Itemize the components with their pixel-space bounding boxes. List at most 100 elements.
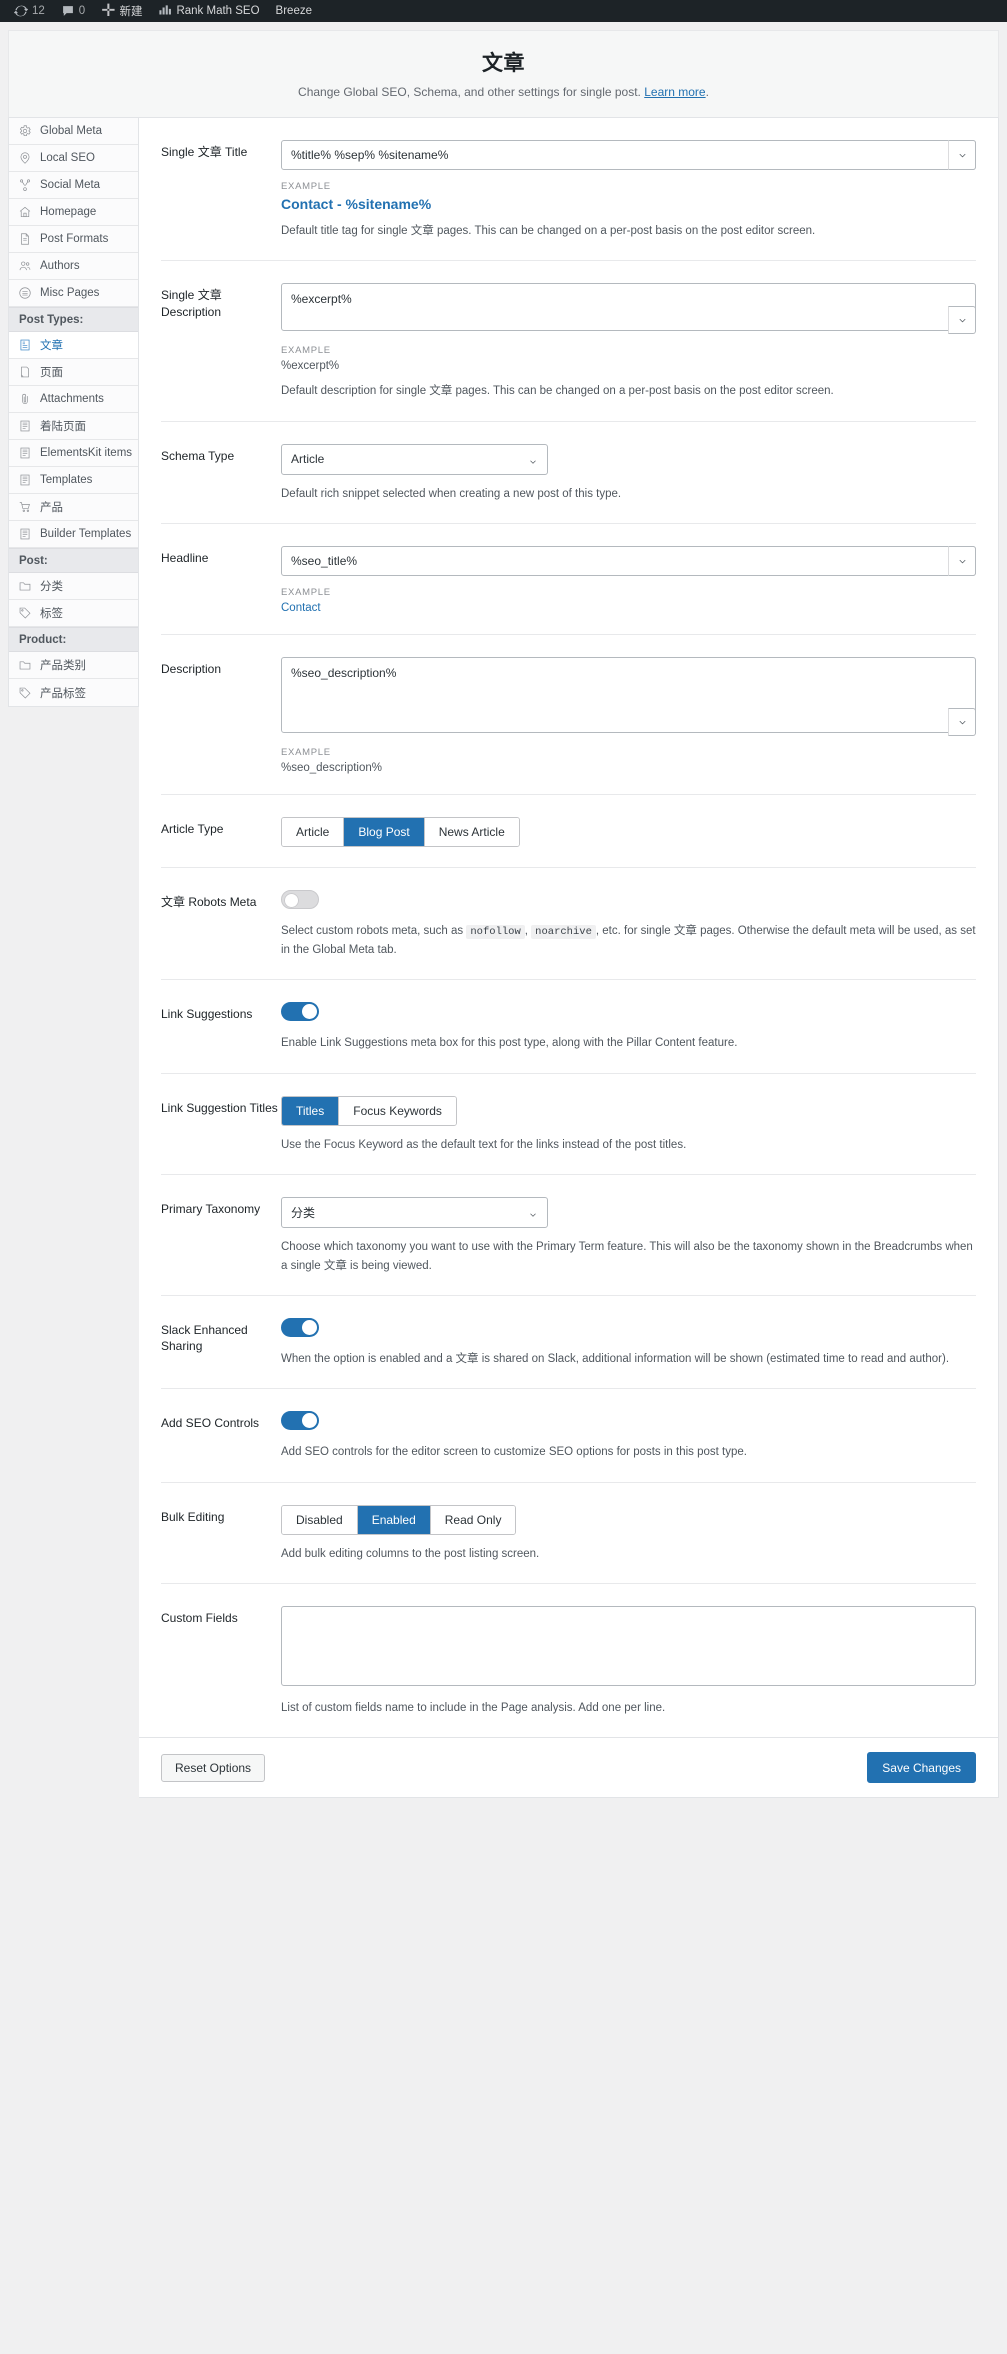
sidebar-item-builder-templates[interactable]: Builder Templates bbox=[9, 521, 138, 548]
field-label: Headline bbox=[161, 551, 209, 566]
field-label: Add SEO Controls bbox=[161, 1416, 260, 1431]
chevron-down-icon[interactable] bbox=[948, 546, 976, 577]
settings-sidebar: Global Meta Local SEO Social Meta Homepa… bbox=[8, 118, 139, 707]
reset-options-button[interactable]: Reset Options bbox=[161, 1753, 266, 1782]
field-help: List of custom fields name to include in… bbox=[281, 1702, 666, 1715]
toggle-knob bbox=[302, 1004, 317, 1020]
field-label: Single 文章 Description bbox=[161, 288, 222, 319]
sidebar-item-label: Builder Templates bbox=[40, 528, 132, 540]
link-suggestion-option-focus-keywords[interactable]: Focus Keywords bbox=[339, 1096, 456, 1125]
bulk-editing-option-read-only[interactable]: Read Only bbox=[430, 1505, 516, 1534]
article-type-segmented: Article Blog Post News Article bbox=[281, 817, 520, 848]
sidebar-item-category[interactable]: 分类 bbox=[9, 573, 138, 600]
sidebar-item-label: Social Meta bbox=[40, 179, 101, 191]
primary-taxonomy-select[interactable]: 分类 bbox=[281, 1197, 548, 1229]
sidebar-item-page[interactable]: 页面 bbox=[9, 359, 138, 386]
sidebar-item-post[interactable]: 文章 bbox=[9, 332, 138, 359]
sidebar-item-label: 页面 bbox=[40, 367, 63, 379]
field-single-title: Single 文章 Title Example Contact - %siten… bbox=[161, 118, 976, 262]
sidebar-item-product-tag[interactable]: 产品标签 bbox=[9, 679, 138, 706]
single-title-input[interactable] bbox=[281, 140, 976, 170]
toggle-knob bbox=[302, 1319, 317, 1335]
description-input-wrap: %seo_description% bbox=[281, 657, 976, 737]
seo-controls-toggle[interactable] bbox=[281, 1411, 319, 1431]
field-help: Default title tag for single 文章 pages. T… bbox=[281, 225, 816, 237]
sidebar-item-elementskit-items[interactable]: ElementsKit items bbox=[9, 440, 138, 467]
custom-fields-textarea[interactable] bbox=[281, 1606, 976, 1687]
field-primary-taxonomy: Primary Taxonomy 分类 Choose which taxonom… bbox=[161, 1175, 976, 1296]
single-description-textarea[interactable]: %excerpt% bbox=[281, 283, 976, 332]
post-icon bbox=[17, 446, 32, 461]
sidebar-item-post-formats[interactable]: Post Formats bbox=[9, 226, 138, 253]
learn-more-link[interactable]: Learn more bbox=[644, 85, 705, 99]
description-textarea[interactable]: %seo_description% bbox=[281, 657, 976, 734]
sidebar-item-label: 标签 bbox=[40, 608, 63, 620]
adminbar-rank-math[interactable]: Rank Math SEO bbox=[150, 0, 267, 22]
field-custom-fields: Custom Fields List of custom fields name… bbox=[161, 1584, 976, 1737]
field-single-description: Single 文章 Description %excerpt% Example … bbox=[161, 261, 976, 422]
plus-icon: ✛ bbox=[101, 1, 116, 20]
schema-type-select[interactable]: Article bbox=[281, 443, 548, 475]
adminbar-updates[interactable]: 12 bbox=[6, 0, 53, 22]
sidebar-item-global-meta[interactable]: Global Meta bbox=[9, 118, 138, 145]
bulk-editing-option-disabled[interactable]: Disabled bbox=[282, 1505, 358, 1534]
robots-meta-toggle[interactable] bbox=[281, 890, 319, 910]
sidebar-item-product-category[interactable]: 产品类别 bbox=[9, 652, 138, 679]
field-help: Choose which taxonomy you want to use wi… bbox=[281, 1241, 973, 1272]
sidebar-item-label: Authors bbox=[40, 260, 80, 272]
link-suggestion-titles-segmented: Titles Focus Keywords bbox=[281, 1095, 457, 1126]
sidebar-item-authors[interactable]: Authors bbox=[9, 253, 138, 280]
tag-icon bbox=[17, 606, 32, 621]
page-title: 文章 bbox=[482, 52, 525, 75]
sidebar-item-local-seo[interactable]: Local SEO bbox=[9, 145, 138, 172]
field-help: Add SEO controls for the editor screen t… bbox=[281, 1446, 747, 1459]
bulk-editing-option-enabled[interactable]: Enabled bbox=[357, 1505, 431, 1534]
field-headline: Headline Example Contact bbox=[161, 524, 976, 636]
field-description: Description %seo_description% Example %s… bbox=[161, 635, 976, 796]
sidebar-item-product[interactable]: 产品 bbox=[9, 494, 138, 521]
field-label: Description bbox=[161, 662, 222, 677]
sidebar-group-post: Post: bbox=[9, 548, 138, 573]
circle-list-icon bbox=[17, 286, 32, 301]
sidebar-item-label: Templates bbox=[40, 474, 93, 486]
example-caption: Example bbox=[281, 587, 331, 599]
share-nodes-icon bbox=[17, 178, 32, 193]
adminbar-comments-count: 0 bbox=[78, 5, 86, 17]
sidebar-group-product: Product: bbox=[9, 627, 138, 652]
sidebar-item-attachments[interactable]: Attachments bbox=[9, 386, 138, 413]
sidebar-group-post-types: Post Types: bbox=[9, 307, 138, 332]
help-code-noarchive: noarchive bbox=[531, 925, 596, 940]
sidebar-item-label: Attachments bbox=[40, 393, 104, 405]
article-type-option-blog-post[interactable]: Blog Post bbox=[344, 818, 425, 847]
headline-input[interactable] bbox=[281, 546, 976, 577]
link-suggestions-toggle[interactable] bbox=[281, 1002, 319, 1022]
field-link-suggestions: Link Suggestions Enable Link Suggestions… bbox=[161, 980, 976, 1074]
adminbar-breeze-label: Breeze bbox=[275, 5, 312, 17]
chevron-down-icon[interactable] bbox=[948, 708, 976, 737]
sidebar-item-templates[interactable]: Templates bbox=[9, 467, 138, 494]
field-help: Use the Focus Keyword as the default tex… bbox=[281, 1138, 687, 1151]
slack-sharing-toggle[interactable] bbox=[281, 1317, 319, 1337]
sidebar-item-misc-pages[interactable]: Misc Pages bbox=[9, 280, 138, 307]
cart-icon bbox=[17, 500, 32, 515]
page-icon bbox=[17, 365, 32, 380]
chevron-down-icon[interactable] bbox=[948, 306, 976, 335]
adminbar-new-content[interactable]: ✛ 新建 bbox=[93, 0, 150, 22]
adminbar-comments[interactable]: 0 bbox=[53, 0, 93, 22]
adminbar-new-label: 新建 bbox=[119, 6, 143, 18]
rank-math-logo-icon bbox=[158, 4, 172, 18]
example-caption: Example bbox=[281, 181, 331, 192]
single-title-input-wrap bbox=[281, 140, 976, 170]
chevron-down-icon[interactable] bbox=[948, 140, 976, 170]
sidebar-item-social-meta[interactable]: Social Meta bbox=[9, 172, 138, 199]
sidebar-item-landing-page[interactable]: 着陆页面 bbox=[9, 413, 138, 440]
article-type-option-news-article[interactable]: News Article bbox=[424, 818, 519, 847]
adminbar-breeze[interactable]: Breeze bbox=[268, 0, 320, 22]
single-description-input-wrap: %excerpt% bbox=[281, 283, 976, 335]
article-type-option-article[interactable]: Article bbox=[282, 818, 345, 847]
sidebar-item-homepage[interactable]: Homepage bbox=[9, 199, 138, 226]
page-subtitle-tail: . bbox=[705, 85, 709, 99]
sidebar-item-tag[interactable]: 标签 bbox=[9, 600, 138, 627]
link-suggestion-option-titles[interactable]: Titles bbox=[282, 1096, 340, 1125]
save-changes-button[interactable]: Save Changes bbox=[867, 1752, 976, 1784]
